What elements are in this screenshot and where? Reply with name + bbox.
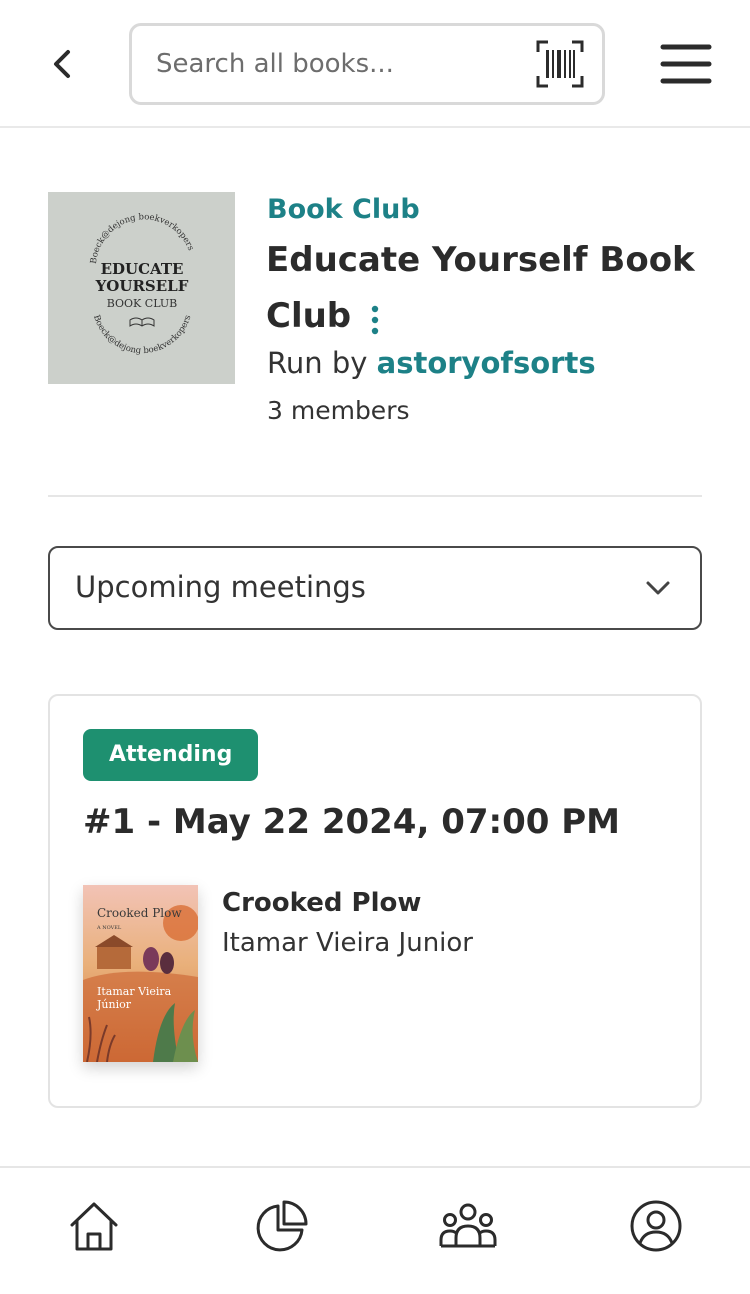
meetings-filter-select[interactable]: Upcoming meetings (48, 546, 702, 630)
club-title: Educate Yourself Book Club (266, 232, 706, 344)
chevron-down-icon (646, 581, 670, 595)
nav-stats-button[interactable] (252, 1196, 312, 1256)
meeting-title: #1 - May 22 2024, 07:00 PM (83, 802, 621, 842)
book-cover-author-line2: Júnior (96, 998, 132, 1011)
club-category-label: Book Club (267, 194, 420, 225)
club-logo-top-text: Boeck@dejong boekverkopers (89, 212, 196, 264)
book-cover-subtitle: A NOVEL (96, 925, 122, 931)
back-button[interactable] (44, 44, 80, 84)
club-logo-line3: BOOK CLUB (107, 297, 178, 310)
attending-status-badge: Attending (83, 729, 259, 781)
profile-icon (630, 1200, 682, 1252)
run-by-prefix: Run by (267, 346, 377, 380)
pie-chart-icon (256, 1200, 308, 1252)
meeting-card[interactable]: Attending #1 - May 22 2024, 07:00 PM Cro… (48, 694, 702, 1108)
book-cover-image[interactable]: Crooked Plow A NOVEL Itamar Vieira Júnio… (83, 885, 198, 1062)
book-title[interactable]: Crooked Plow (222, 888, 421, 918)
club-cover-image: Boeck@dejong boekverkopers EDUCATE YOURS… (48, 192, 235, 384)
member-count: 3 members (267, 396, 410, 425)
search-box[interactable] (129, 23, 605, 105)
top-bar (0, 0, 750, 128)
organizer-link[interactable]: astoryofsorts (377, 346, 596, 380)
club-organizer: Run by astoryofsorts (267, 346, 596, 380)
meetings-filter-value: Upcoming meetings (75, 570, 366, 604)
book-cover-art: Crooked Plow A NOVEL Itamar Vieira Júnio… (83, 885, 198, 1062)
book-cover-title: Crooked Plow (97, 906, 182, 920)
barcode-scan-icon (536, 40, 584, 88)
divider (48, 495, 702, 497)
svg-text:Boeck@dejong boekverkopers: Boeck@dejong boekverkopers (89, 212, 196, 264)
kebab-menu-icon (371, 305, 379, 334)
barcode-scan-button[interactable] (536, 40, 584, 88)
book-cover-author-line1: Itamar Vieira (97, 985, 172, 998)
club-logo-line1: EDUCATE (101, 260, 184, 278)
club-options-button[interactable] (367, 298, 383, 334)
search-input[interactable] (156, 26, 516, 102)
chevron-left-icon (54, 50, 70, 78)
community-icon (439, 1203, 497, 1248)
bottom-navigation (0, 1166, 750, 1294)
nav-profile-button[interactable] (626, 1196, 686, 1256)
nav-community-button[interactable] (438, 1196, 498, 1256)
club-logo-line2: YOURSELF (95, 277, 189, 295)
open-book-icon (129, 317, 155, 327)
club-title-text: Educate Yourself Book Club (266, 240, 695, 336)
hamburger-menu-icon (660, 44, 712, 84)
nav-home-button[interactable] (64, 1196, 124, 1256)
home-icon (70, 1202, 118, 1251)
club-logo: Boeck@dejong boekverkopers EDUCATE YOURS… (89, 212, 196, 356)
book-author[interactable]: Itamar Vieira Junior (222, 928, 473, 958)
menu-button[interactable] (660, 42, 712, 86)
